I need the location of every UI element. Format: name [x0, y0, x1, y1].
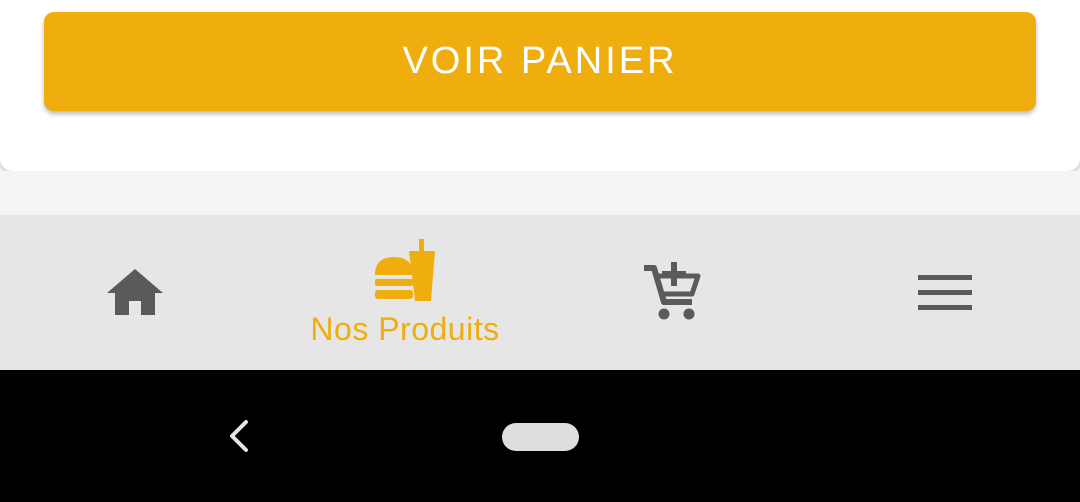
nav-home[interactable]	[0, 215, 270, 370]
nav-add-to-cart[interactable]	[540, 215, 810, 370]
menu-icon	[918, 275, 972, 310]
view-cart-button[interactable]: VOIR PANIER	[44, 12, 1036, 111]
cart-card: VOIR PANIER	[0, 0, 1080, 171]
bottom-navigation: Nos Produits	[0, 215, 1080, 370]
nav-menu[interactable]	[810, 215, 1080, 370]
home-pill-button[interactable]	[502, 423, 579, 451]
nav-products[interactable]: Nos Produits	[270, 215, 540, 370]
home-icon	[107, 269, 163, 315]
back-icon[interactable]	[222, 418, 258, 454]
screen: VOIR PANIER Nos Produits	[0, 0, 1080, 502]
nav-products-label: Nos Produits	[310, 311, 500, 347]
content-gap	[0, 171, 1080, 215]
system-navigation-bar	[0, 370, 1080, 502]
burger-drink-icon	[375, 239, 435, 301]
add-to-cart-icon	[644, 262, 701, 320]
view-cart-button-label: VOIR PANIER	[402, 40, 678, 82]
